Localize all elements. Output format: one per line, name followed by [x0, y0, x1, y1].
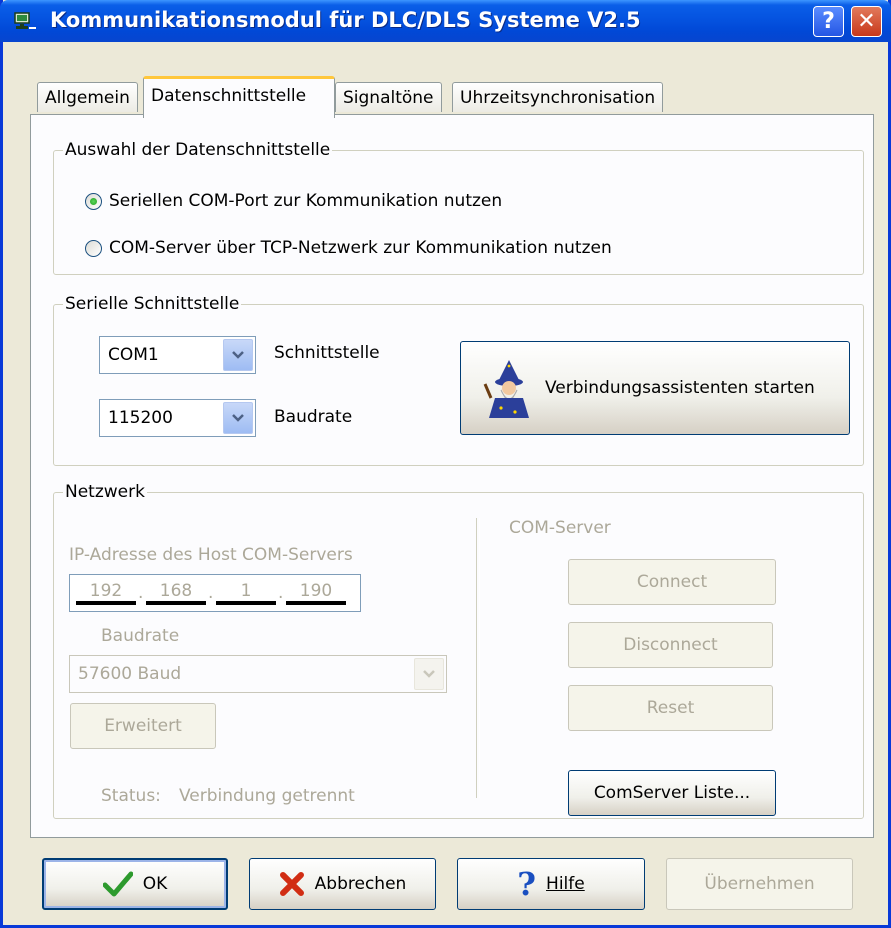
port-label: Schnittstelle	[274, 343, 380, 363]
ok-button[interactable]: OK	[42, 858, 228, 910]
window-title: Kommunikationsmodul für DLC/DLS Systeme …	[50, 8, 641, 32]
tab-uhrzeitsynchronisation[interactable]: Uhrzeitsynchronisation	[452, 82, 664, 112]
dialog-window: Kommunikationsmodul für DLC/DLS Systeme …	[0, 0, 891, 928]
ip-octet-1[interactable]: 192	[76, 581, 136, 605]
radio-tcp[interactable]	[85, 239, 102, 257]
ip-octet-2[interactable]: 168	[146, 581, 206, 605]
network-baud-select[interactable]: 57600 Baud	[69, 655, 447, 693]
tab-signaltoene[interactable]: Signaltöne	[335, 82, 442, 112]
group-network-title: Netzwerk	[63, 481, 147, 503]
tab-datenschnittstelle[interactable]: Datenschnittstelle	[143, 76, 335, 118]
ip-dot: .	[138, 583, 144, 603]
group-auswahl: Auswahl der Datenschnittstelle Seriellen…	[53, 139, 864, 275]
chevron-down-icon[interactable]	[223, 339, 253, 371]
cancel-label: Abbrechen	[314, 874, 407, 894]
status-value: Verbindung getrennt	[179, 786, 355, 806]
ip-dot: .	[208, 583, 214, 603]
ip-octet-3[interactable]: 1	[216, 581, 276, 605]
radio-tcp-label: COM-Server über TCP-Netzwerk zur Kommuni…	[109, 238, 612, 258]
group-serial-title: Serielle Schnittstelle	[63, 293, 242, 315]
ip-address-input[interactable]: 192 . 168 . 1 . 190	[69, 574, 361, 612]
baud-select[interactable]: 115200	[99, 399, 256, 437]
chevron-down-icon[interactable]	[223, 402, 253, 434]
baud-value: 115200	[108, 408, 173, 428]
wizard-button[interactable]: Verbindungsassistenten starten	[460, 341, 850, 435]
ok-label: OK	[142, 874, 168, 894]
network-baud-label: Baudrate	[101, 626, 180, 646]
port-select[interactable]: COM1	[99, 336, 256, 374]
advanced-button[interactable]: Erweitert	[70, 703, 216, 749]
question-icon: ?	[517, 865, 537, 903]
apply-button[interactable]: Übernehmen	[666, 858, 853, 910]
title-close-button[interactable]: ✕	[851, 6, 882, 37]
network-computer-icon	[14, 12, 36, 30]
comserver-list-button[interactable]: ComServer Liste...	[568, 770, 776, 816]
group-network: Netzwerk IP-Adresse des Host COM-Servers…	[53, 481, 864, 819]
ip-octet-4[interactable]: 190	[286, 581, 346, 605]
close-icon	[279, 871, 305, 897]
disconnect-button[interactable]: Disconnect	[568, 622, 773, 668]
tab-panel: Auswahl der Datenschnittstelle Seriellen…	[30, 114, 874, 838]
network-baud-value: 57600 Baud	[78, 664, 182, 684]
title-help-button[interactable]: ?	[813, 6, 844, 37]
group-serial: Serielle Schnittstelle COM1 Schnittstell…	[53, 293, 864, 466]
port-value: COM1	[108, 345, 159, 365]
radio-serial[interactable]	[85, 192, 102, 210]
reset-button[interactable]: Reset	[568, 685, 773, 731]
cancel-button[interactable]: Abbrechen	[249, 858, 436, 910]
wizard-icon	[481, 358, 537, 418]
connect-button[interactable]: Connect	[568, 559, 776, 605]
comserver-label: COM-Server	[509, 518, 611, 538]
radio-tcp-row[interactable]: COM-Server über TCP-Netzwerk zur Kommuni…	[85, 238, 612, 258]
status-label: Status:	[101, 786, 161, 806]
title-bar[interactable]: Kommunikationsmodul für DLC/DLS Systeme …	[0, 0, 891, 42]
radio-serial-label: Seriellen COM-Port zur Kommunikation nut…	[109, 191, 503, 211]
check-icon	[102, 871, 134, 897]
group-auswahl-title: Auswahl der Datenschnittstelle	[63, 139, 333, 161]
tab-allgemein[interactable]: Allgemein	[37, 82, 138, 112]
help-button[interactable]: ? Hilfe	[457, 858, 645, 910]
ip-label: IP-Adresse des Host COM-Servers	[69, 545, 353, 565]
wizard-button-label: Verbindungsassistenten starten	[545, 378, 815, 398]
baud-label: Baudrate	[274, 407, 353, 427]
network-divider	[476, 518, 480, 798]
chevron-down-icon[interactable]	[414, 658, 444, 690]
radio-serial-row[interactable]: Seriellen COM-Port zur Kommunikation nut…	[85, 191, 502, 211]
help-label: Hilfe	[546, 874, 585, 894]
ip-dot: .	[278, 583, 284, 603]
